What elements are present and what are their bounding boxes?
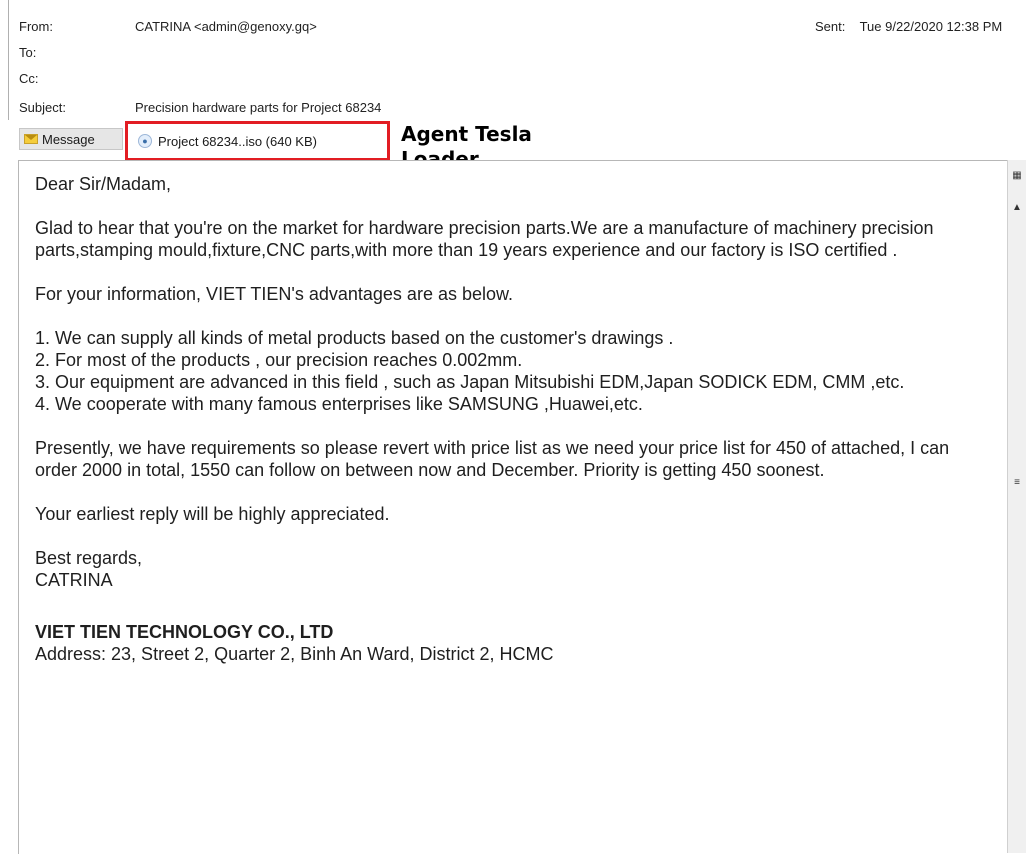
company-address: Address: 23, Street 2, Quarter 2, Binh A… [35, 644, 554, 664]
company-name: VIET TIEN TECHNOLOGY CO., LTD [35, 622, 334, 642]
closing-block: Best regards, CATRINA [35, 547, 995, 591]
sent-label: Sent: [815, 19, 846, 34]
email-header: From: CATRINA <admin@genoxy.gq> Sent: Tu… [8, 0, 1026, 128]
scroll-grip-icon[interactable]: ≡ [1010, 475, 1024, 489]
closing-text: Best regards, [35, 548, 143, 568]
advantage-1: 1. We can supply all kinds of metal prod… [35, 328, 674, 348]
tab-message[interactable]: Message [19, 128, 123, 150]
to-label: To: [19, 45, 37, 60]
intro-paragraph: Glad to hear that you're on the market f… [35, 218, 934, 260]
sent-value: Tue 9/22/2020 12:38 PM [859, 19, 1003, 34]
tab-message-label: Message [42, 131, 95, 147]
sent-info: Sent: Tue 9/22/2020 12:38 PM [815, 19, 1002, 34]
message-content: Dear Sir/Madam, Glad to hear that you're… [35, 173, 995, 665]
scroll-up-icon[interactable]: ▲ [1010, 200, 1024, 214]
requirements-paragraph: Presently, we have requirements so pleas… [35, 438, 950, 480]
reply-request: Your earliest reply will be highly appre… [35, 504, 390, 524]
scroll-menu-icon[interactable]: ▦ [1010, 168, 1024, 182]
vertical-scrollbar[interactable]: ▦ ▲ ≡ [1007, 160, 1026, 853]
subject-value: Precision hardware parts for Project 682… [135, 100, 382, 115]
advantages-intro: For your information, VIET TIEN's advant… [35, 284, 514, 304]
advantage-3: 3. Our equipment are advanced in this fi… [35, 372, 905, 392]
message-body: Dear Sir/Madam, Glad to hear that you're… [18, 160, 1009, 854]
from-value[interactable]: CATRINA <admin@genoxy.gq> [135, 19, 317, 34]
advantage-4: 4. We cooperate with many famous enterpr… [35, 394, 643, 414]
greeting-text: Dear Sir/Madam, [35, 174, 172, 194]
advantages-list: 1. We can supply all kinds of metal prod… [35, 327, 995, 415]
signer-name: CATRINA [35, 570, 113, 590]
subject-label: Subject: [19, 100, 66, 115]
attachment-label: Project 68234..iso (640 KB) [158, 133, 317, 149]
message-tabbar: Message ● Project 68234..iso (640 KB) Ag… [8, 120, 1026, 171]
attachment-icon: ● [138, 134, 152, 148]
attachment-tab[interactable]: ● Project 68234..iso (640 KB) [125, 121, 390, 161]
cc-label: Cc: [19, 71, 39, 86]
from-label: From: [19, 19, 53, 34]
envelope-icon [24, 134, 38, 144]
advantage-2: 2. For most of the products , our precis… [35, 350, 523, 370]
annotation-line-1: Agent Tesla [401, 122, 532, 146]
